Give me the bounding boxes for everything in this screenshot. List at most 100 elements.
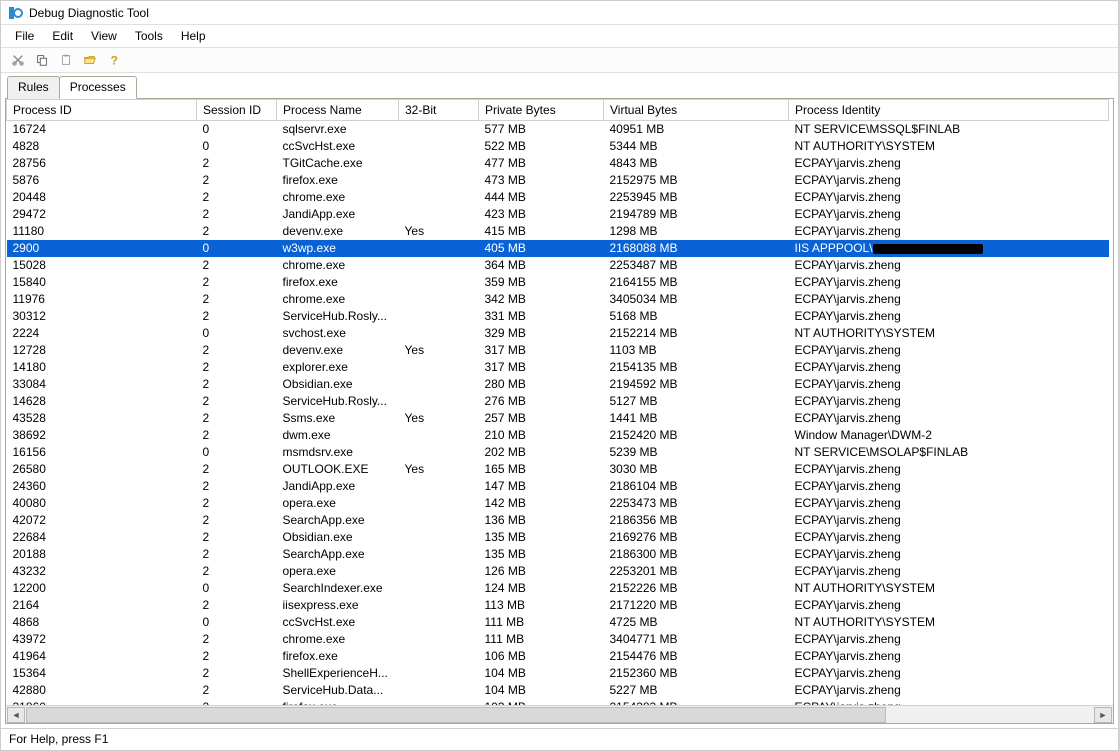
col-virtual-bytes[interactable]: Virtual Bytes xyxy=(604,100,789,121)
table-row[interactable]: 226842Obsidian.exe135 MB2169276 MBECPAY\… xyxy=(7,529,1109,546)
table-row[interactable]: 158402firefox.exe359 MB2164155 MBECPAY\j… xyxy=(7,274,1109,291)
table-row[interactable]: 127282devenv.exeYes317 MB1103 MBECPAY\ja… xyxy=(7,342,1109,359)
scroll-thumb[interactable] xyxy=(26,707,886,723)
table-row[interactable]: 419642firefox.exe106 MB2154476 MBECPAY\j… xyxy=(7,648,1109,665)
cell-virtual: 2186104 MB xyxy=(604,478,789,495)
table-row[interactable]: 265802OUTLOOK.EXEYes165 MB3030 MBECPAY\j… xyxy=(7,461,1109,478)
cell-identity: ECPAY\jarvis.zheng xyxy=(789,342,1109,359)
table-row[interactable]: 243602JandiApp.exe147 MB2186104 MBECPAY\… xyxy=(7,478,1109,495)
col-session-id[interactable]: Session ID xyxy=(197,100,277,121)
cell-pid: 2224 xyxy=(7,325,197,342)
col-process-identity[interactable]: Process Identity xyxy=(789,100,1109,121)
cell-session: 2 xyxy=(197,291,277,308)
scroll-left-arrow-icon[interactable]: ◄ xyxy=(7,707,25,723)
cell-session: 2 xyxy=(197,512,277,529)
cell-pid: 2164 xyxy=(7,597,197,614)
horizontal-scrollbar[interactable]: ◄ ► xyxy=(6,705,1113,723)
table-row[interactable]: 439722chrome.exe111 MB3404771 MBECPAY\ja… xyxy=(7,631,1109,648)
cell-32bit xyxy=(399,325,479,342)
cell-name: Ssms.exe xyxy=(277,410,399,427)
help-icon[interactable]: ? xyxy=(105,51,123,69)
cell-32bit xyxy=(399,563,479,580)
tab-processes[interactable]: Processes xyxy=(59,76,137,99)
table-row[interactable]: 386922dwm.exe210 MB2152420 MBWindow Mana… xyxy=(7,427,1109,444)
table-row[interactable]: 122000SearchIndexer.exe124 MB2152226 MBN… xyxy=(7,580,1109,597)
table-row[interactable]: 167240sqlservr.exe577 MB40951 MBNT SERVI… xyxy=(7,121,1109,138)
cell-identity: ECPAY\jarvis.zheng xyxy=(789,495,1109,512)
table-row[interactable]: 111802devenv.exeYes415 MB1298 MBECPAY\ja… xyxy=(7,223,1109,240)
cell-32bit xyxy=(399,257,479,274)
cell-32bit xyxy=(399,512,479,529)
table-row[interactable]: 146282ServiceHub.Rosly...276 MB5127 MBEC… xyxy=(7,393,1109,410)
cell-session: 2 xyxy=(197,359,277,376)
cell-32bit xyxy=(399,580,479,597)
col-32bit[interactable]: 32-Bit xyxy=(399,100,479,121)
cell-session: 2 xyxy=(197,461,277,478)
table-row[interactable]: 204482chrome.exe444 MB2253945 MBECPAY\ja… xyxy=(7,189,1109,206)
table-row[interactable]: 153642ShellExperienceH...104 MB2152360 M… xyxy=(7,665,1109,682)
menu-edit[interactable]: Edit xyxy=(44,27,81,45)
cell-private: 135 MB xyxy=(479,546,604,563)
cell-name: ServiceHub.Rosly... xyxy=(277,308,399,325)
cell-session: 2 xyxy=(197,478,277,495)
table-row[interactable]: 287562TGitCache.exe477 MB4843 MBECPAY\ja… xyxy=(7,155,1109,172)
titlebar: Debug Diagnostic Tool xyxy=(1,1,1118,25)
cell-pid: 4828 xyxy=(7,138,197,155)
menu-help[interactable]: Help xyxy=(173,27,214,45)
process-table-scroll[interactable]: Process ID Session ID Process Name 32-Bi… xyxy=(6,99,1113,705)
paste-icon[interactable] xyxy=(57,51,75,69)
table-row[interactable]: 119762chrome.exe342 MB3405034 MBECPAY\ja… xyxy=(7,291,1109,308)
cell-private: 276 MB xyxy=(479,393,604,410)
table-row[interactable]: 161560msmdsrv.exe202 MB5239 MBNT SERVICE… xyxy=(7,444,1109,461)
cell-virtual: 3405034 MB xyxy=(604,291,789,308)
table-row[interactable]: 420722SearchApp.exe136 MB2186356 MBECPAY… xyxy=(7,512,1109,529)
cell-name: w3wp.exe xyxy=(277,240,399,257)
cell-name: SearchApp.exe xyxy=(277,546,399,563)
cell-pid: 20448 xyxy=(7,189,197,206)
cell-session: 2 xyxy=(197,682,277,699)
col-process-name[interactable]: Process Name xyxy=(277,100,399,121)
menu-tools[interactable]: Tools xyxy=(127,27,171,45)
cell-identity: NT SERVICE\MSSQL$FINLAB xyxy=(789,121,1109,138)
table-row[interactable]: 141802explorer.exe317 MB2154135 MBECPAY\… xyxy=(7,359,1109,376)
cell-pid: 14628 xyxy=(7,393,197,410)
table-row[interactable]: 201882SearchApp.exe135 MB2186300 MBECPAY… xyxy=(7,546,1109,563)
cell-pid: 43972 xyxy=(7,631,197,648)
table-row[interactable]: 330842Obsidian.exe280 MB2194592 MBECPAY\… xyxy=(7,376,1109,393)
cell-32bit xyxy=(399,614,479,631)
menu-view[interactable]: View xyxy=(83,27,125,45)
table-row[interactable]: 58762firefox.exe473 MB2152975 MBECPAY\ja… xyxy=(7,172,1109,189)
table-row[interactable]: 29000w3wp.exe405 MB2168088 MBIIS APPPOOL… xyxy=(7,240,1109,257)
table-row[interactable]: 400802opera.exe142 MB2253473 MBECPAY\jar… xyxy=(7,495,1109,512)
cut-icon[interactable] xyxy=(9,51,27,69)
cell-identity: ECPAY\jarvis.zheng xyxy=(789,274,1109,291)
table-row[interactable]: 303122ServiceHub.Rosly...331 MB5168 MBEC… xyxy=(7,308,1109,325)
col-process-id[interactable]: Process ID xyxy=(7,100,197,121)
folder-open-icon[interactable] xyxy=(81,51,99,69)
cell-name: ServiceHub.Data... xyxy=(277,682,399,699)
cell-name: Obsidian.exe xyxy=(277,376,399,393)
tab-rules[interactable]: Rules xyxy=(7,76,60,99)
table-row[interactable]: 48280ccSvcHst.exe522 MB5344 MBNT AUTHORI… xyxy=(7,138,1109,155)
table-row[interactable]: 435282Ssms.exeYes257 MB1441 MBECPAY\jarv… xyxy=(7,410,1109,427)
process-table: Process ID Session ID Process Name 32-Bi… xyxy=(6,99,1109,705)
cell-name: SearchIndexer.exe xyxy=(277,580,399,597)
table-row[interactable]: 48680ccSvcHst.exe111 MB4725 MBNT AUTHORI… xyxy=(7,614,1109,631)
table-row[interactable]: 294722JandiApp.exe423 MB2194789 MBECPAY\… xyxy=(7,206,1109,223)
table-row[interactable]: 150282chrome.exe364 MB2253487 MBECPAY\ja… xyxy=(7,257,1109,274)
cell-virtual: 2152420 MB xyxy=(604,427,789,444)
col-private-bytes[interactable]: Private Bytes xyxy=(479,100,604,121)
copy-icon[interactable] xyxy=(33,51,51,69)
cell-pid: 11180 xyxy=(7,223,197,240)
cell-session: 2 xyxy=(197,563,277,580)
cell-session: 2 xyxy=(197,410,277,427)
table-row[interactable]: 21642iisexpress.exe113 MB2171220 MBECPAY… xyxy=(7,597,1109,614)
app-icon xyxy=(7,5,23,21)
table-row[interactable]: 428802ServiceHub.Data...104 MB5227 MBECP… xyxy=(7,682,1109,699)
cell-32bit xyxy=(399,631,479,648)
scroll-right-arrow-icon[interactable]: ► xyxy=(1094,707,1112,723)
menu-file[interactable]: File xyxy=(7,27,42,45)
table-row[interactable]: 432322opera.exe126 MB2253201 MBECPAY\jar… xyxy=(7,563,1109,580)
table-row[interactable]: 22240svchost.exe329 MB2152214 MBNT AUTHO… xyxy=(7,325,1109,342)
cell-session: 2 xyxy=(197,189,277,206)
